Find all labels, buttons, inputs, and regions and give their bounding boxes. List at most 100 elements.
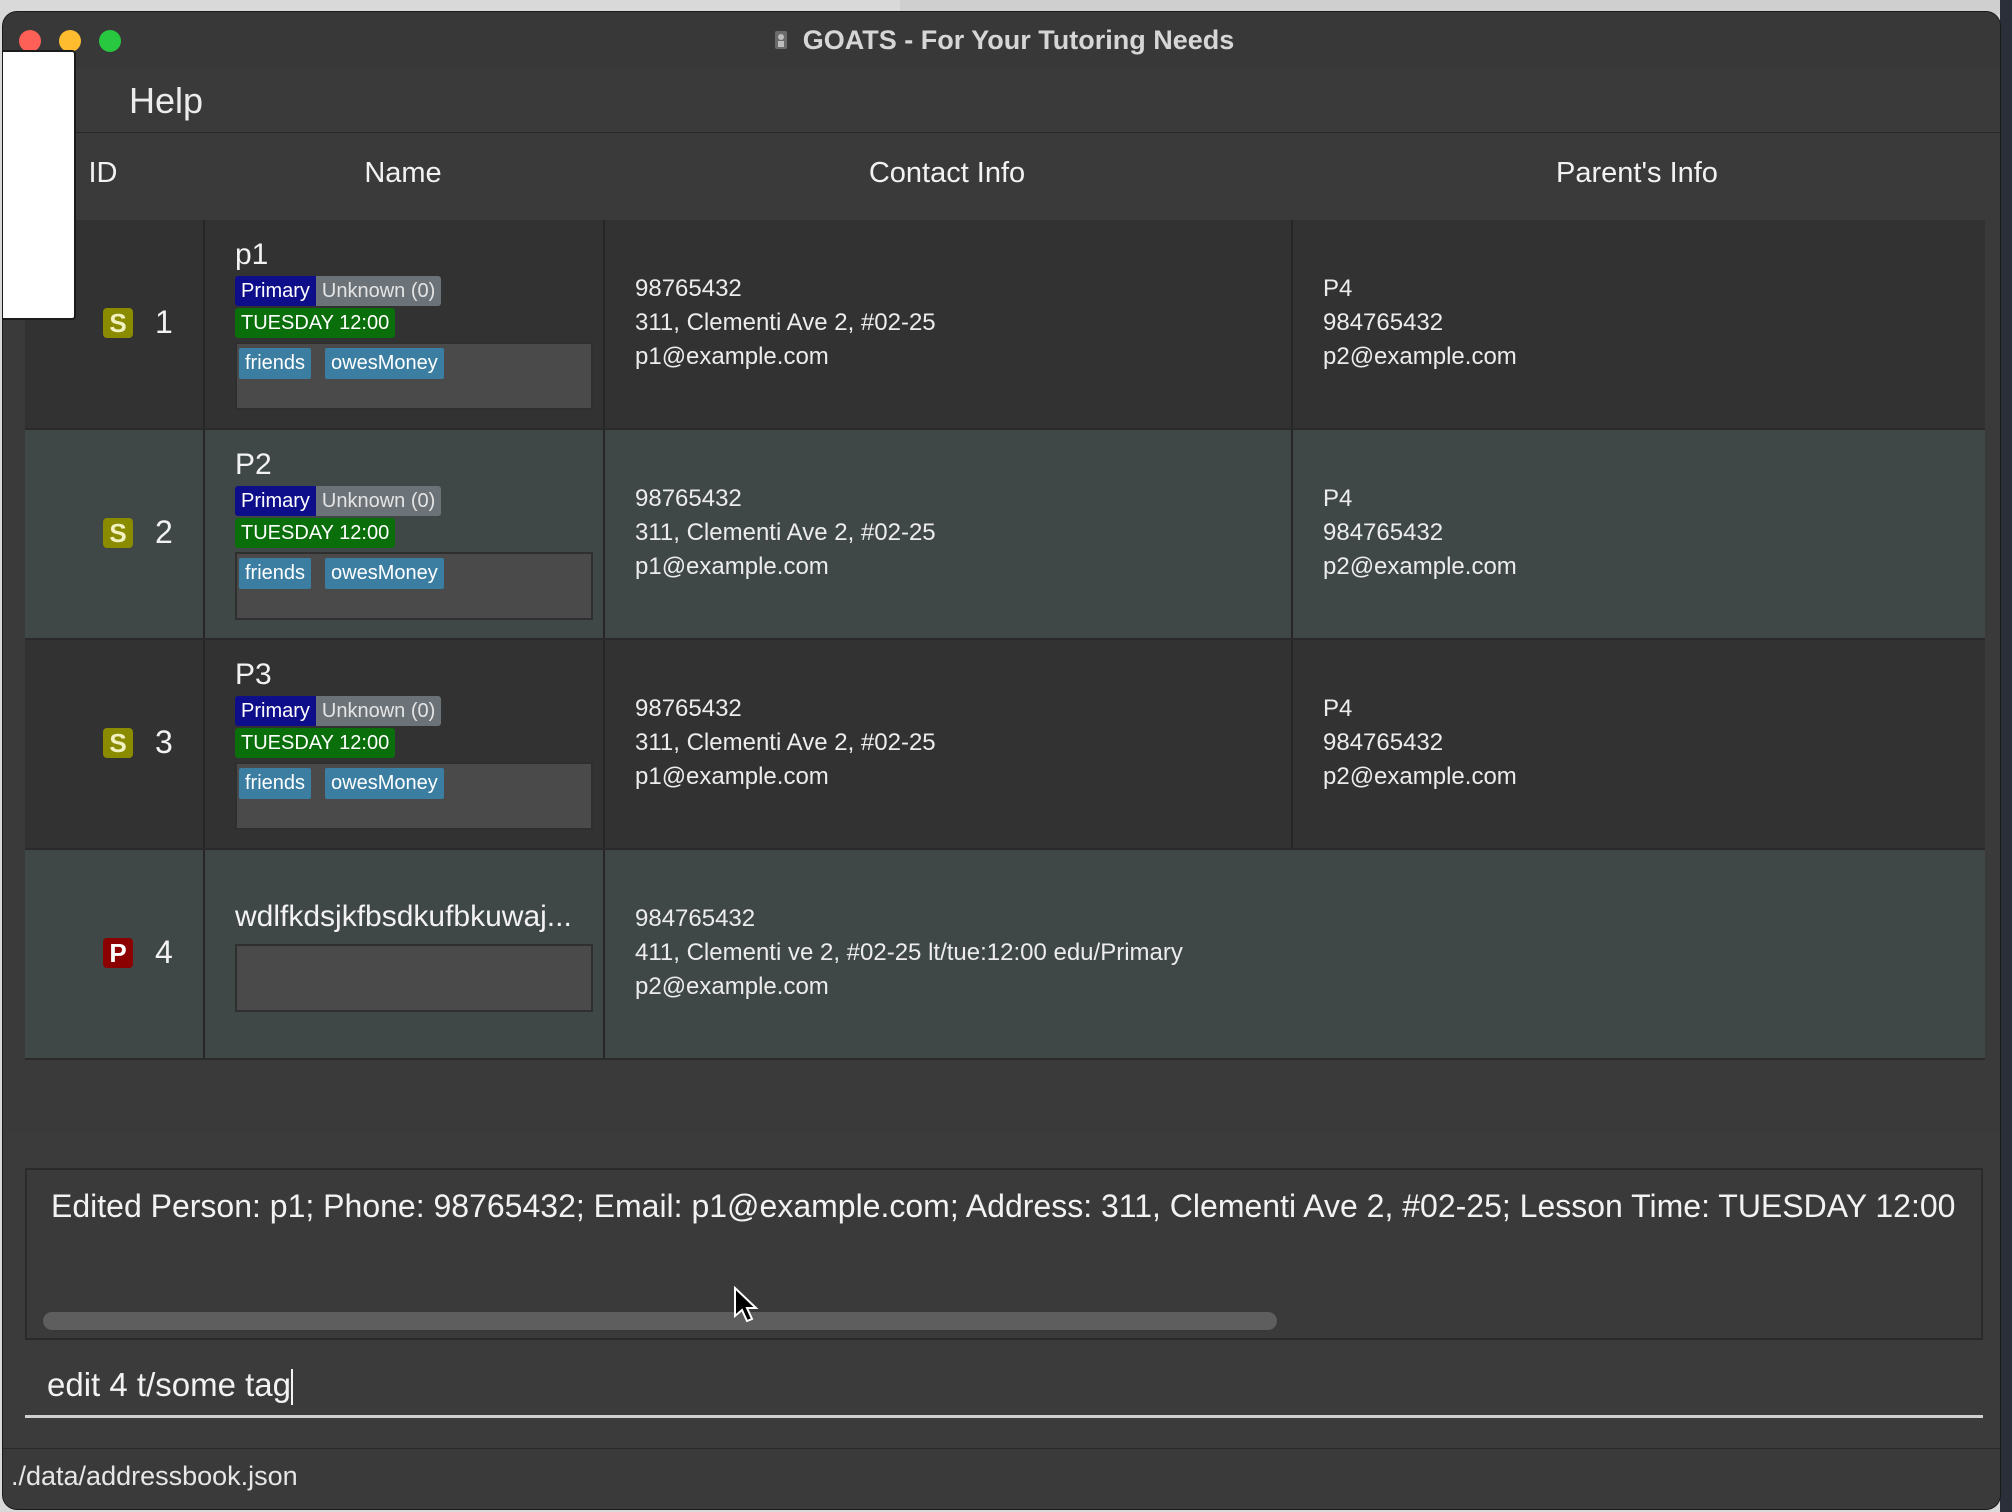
header-name: Name <box>364 156 442 189</box>
address: 311, Clementi Ave 2, #02-25 <box>635 519 936 546</box>
window-title: GOATS - For Your Tutoring Needs <box>802 24 1235 55</box>
row-id: 3 <box>155 724 173 760</box>
level-chip-row: Primary Unknown (0) <box>235 696 442 726</box>
student-type-badge: S <box>103 728 133 758</box>
contact-info: 98765432 311, Clementi Ave 2, #02-25 p1@… <box>635 272 936 374</box>
tag-chip: friends <box>239 558 312 589</box>
level-chip: Primary <box>235 486 316 516</box>
address: 311, Clementi Ave 2, #02-25 <box>635 729 936 756</box>
grade-chip: Unknown (0) <box>315 696 442 726</box>
tag-chip: friends <box>239 348 312 379</box>
address: 311, Clementi Ave 2, #02-25 <box>635 309 936 336</box>
tag-chip: owesMoney <box>325 348 444 379</box>
contact-info: 98765432 311, Clementi Ave 2, #02-25 p1@… <box>635 692 936 794</box>
lesson-chip-row: TUESDAY 12:00 <box>235 308 396 338</box>
id-cell: S 3 <box>25 640 205 848</box>
parent-info: P4 984765432 p2@example.com <box>1323 482 1517 584</box>
table-row[interactable]: P 4 wdlfkdsjkfbsdkufbkuwaj... 984765432 … <box>25 850 1985 1060</box>
level-chip-row: Primary Unknown (0) <box>235 486 442 516</box>
contact-cell: 984765432 411, Clementi ve 2, #02-25 lt/… <box>605 850 1985 1058</box>
level-chip: Primary <box>235 696 316 726</box>
parent-email: p2@example.com <box>1323 553 1517 580</box>
tag-chip: friends <box>239 768 312 799</box>
parent-email: p2@example.com <box>1323 763 1517 790</box>
grade-chip: Unknown (0) <box>315 486 442 516</box>
parent-email: p2@example.com <box>1323 343 1517 370</box>
tag-box: friends owesMoney <box>235 762 593 830</box>
command-input[interactable]: edit 4 t/some tag <box>47 1366 291 1403</box>
email: p1@example.com <box>635 763 829 790</box>
result-display[interactable]: Edited Person: p1; Phone: 98765432; Emai… <box>25 1168 1983 1340</box>
tag-box: friends owesMoney <box>235 552 593 620</box>
contact-cell: 98765432 311, Clementi Ave 2, #02-25 p1@… <box>605 220 1293 428</box>
menu-bar: e Help <box>3 68 2000 133</box>
tag-box: friends owesMoney <box>235 342 593 410</box>
tag-box <box>235 944 593 1012</box>
phone: 98765432 <box>635 485 742 512</box>
table-row[interactable]: S 1 p1 Primary Unknown (0) TUESDAY 12:00… <box>25 220 1985 430</box>
row-id: 2 <box>155 514 173 550</box>
parent-name: P4 <box>1323 485 1353 512</box>
id-cell: S 2 <box>25 430 205 638</box>
email: p1@example.com <box>635 553 829 580</box>
table-row[interactable]: S 2 P2 Primary Unknown (0) TUESDAY 12:00… <box>25 430 1985 640</box>
parent-name: P4 <box>1323 275 1353 302</box>
command-box[interactable]: edit 4 t/some tag <box>25 1354 1983 1418</box>
parent-cell: P4 984765432 p2@example.com <box>1293 640 1985 848</box>
result-message: Edited Person: p1; Phone: 98765432; Emai… <box>51 1188 1956 1224</box>
row-id: 1 <box>155 304 173 340</box>
student-type-badge: S <box>103 308 133 338</box>
row-id: 4 <box>155 934 173 970</box>
email: p1@example.com <box>635 343 829 370</box>
name-cell: P2 Primary Unknown (0) TUESDAY 12:00 fri… <box>205 430 605 638</box>
phone: 98765432 <box>635 695 742 722</box>
parent-info: P4 984765432 p2@example.com <box>1323 692 1517 794</box>
lesson-time-chip: TUESDAY 12:00 <box>235 518 396 548</box>
grade-chip: Unknown (0) <box>315 276 442 306</box>
phone: 984765432 <box>635 905 756 932</box>
parent-type-badge: P <box>103 938 133 968</box>
desktop-edge <box>2000 0 2012 1512</box>
command-input-wrap[interactable]: edit 4 t/some tag <box>47 1366 293 1406</box>
parent-cell: P4 984765432 p2@example.com <box>1293 220 1985 428</box>
status-bar: ./data/addressbook.json <box>3 1448 2000 1509</box>
name-cell: P3 Primary Unknown (0) TUESDAY 12:00 fri… <box>205 640 605 848</box>
person-name: P2 <box>235 448 272 481</box>
table-row[interactable]: S 3 P3 Primary Unknown (0) TUESDAY 12:00… <box>25 640 1985 850</box>
window-title-group: GOATS - For Your Tutoring Needs <box>3 12 2000 68</box>
name-cell: p1 Primary Unknown (0) TUESDAY 12:00 fri… <box>205 220 605 428</box>
person-name: P3 <box>235 658 272 691</box>
menu-help[interactable]: Help <box>129 80 203 122</box>
title-bar[interactable]: GOATS - For Your Tutoring Needs <box>3 12 2000 69</box>
parent-phone: 984765432 <box>1323 309 1444 336</box>
popup-window[interactable] <box>3 50 76 320</box>
parent-info: P4 984765432 p2@example.com <box>1323 272 1517 374</box>
save-file-path: ./data/addressbook.json <box>11 1461 298 1491</box>
contact-info: 984765432 411, Clementi ve 2, #02-25 lt/… <box>635 902 1183 1004</box>
tag-chip: owesMoney <box>325 558 444 589</box>
person-table: ID Name Contact Info Parent's Info S 1 p… <box>3 133 2000 1133</box>
person-name: wdlfkdsjkfbsdkufbkuwaj... <box>235 900 572 933</box>
name-cell: wdlfkdsjkfbsdkufbkuwaj... <box>205 850 605 1058</box>
person-name: p1 <box>235 238 269 271</box>
header-contact: Contact Info <box>868 156 1026 189</box>
email: p2@example.com <box>635 973 829 1000</box>
phone: 98765432 <box>635 275 742 302</box>
id-cell: P 4 <box>25 850 205 1058</box>
lesson-time-chip: TUESDAY 12:00 <box>235 728 396 758</box>
level-chip-row: Primary Unknown (0) <box>235 276 442 306</box>
student-type-badge: S <box>103 518 133 548</box>
contact-cell: 98765432 311, Clementi Ave 2, #02-25 p1@… <box>605 430 1293 638</box>
lesson-time-chip: TUESDAY 12:00 <box>235 308 396 338</box>
lesson-chip-row: TUESDAY 12:00 <box>235 518 396 548</box>
horizontal-scrollbar[interactable] <box>43 1312 1277 1330</box>
parent-phone: 984765432 <box>1323 729 1444 756</box>
mouse-pointer-icon <box>734 1286 759 1323</box>
goat-app-icon <box>774 31 787 49</box>
app-window: GOATS - For Your Tutoring Needs e Help I… <box>3 12 2000 1509</box>
contact-cell: 98765432 311, Clementi Ave 2, #02-25 p1@… <box>605 640 1293 848</box>
header-parent: Parent's Info <box>1556 156 1718 189</box>
tag-chip: owesMoney <box>325 768 444 799</box>
parent-phone: 984765432 <box>1323 519 1444 546</box>
contact-info: 98765432 311, Clementi Ave 2, #02-25 p1@… <box>635 482 936 584</box>
